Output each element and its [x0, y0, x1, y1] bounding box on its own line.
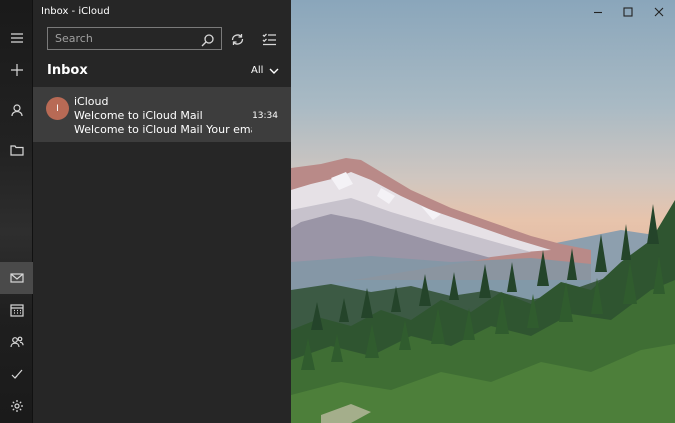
settings-button[interactable] — [0, 390, 33, 422]
message-time: 13:34 — [252, 111, 278, 121]
search-icon — [201, 34, 214, 47]
maximize-icon — [623, 7, 633, 17]
people-nav-button[interactable] — [0, 326, 33, 358]
todo-nav-button[interactable] — [0, 358, 33, 390]
navigation-rail — [0, 0, 33, 423]
maximize-button[interactable] — [613, 0, 643, 24]
sync-icon — [231, 33, 243, 45]
account-icon — [10, 104, 23, 117]
folder-title: Inbox — [47, 63, 88, 78]
window-title: Inbox - iCloud — [41, 6, 110, 17]
message-subject: Welcome to iCloud Mail — [74, 109, 203, 122]
search-input[interactable] — [48, 32, 193, 45]
message-sender: iCloud — [74, 95, 109, 108]
selection-mode-button[interactable] — [259, 29, 279, 49]
hamburger-icon — [10, 33, 23, 43]
chevron-down-icon — [269, 68, 279, 74]
folders-button[interactable] — [0, 134, 33, 166]
hamburger-menu-button[interactable] — [0, 22, 33, 54]
calendar-icon — [9, 304, 24, 317]
message-preview: Welcome to iCloud Mail Your email addr — [74, 123, 252, 136]
new-mail-button[interactable] — [0, 54, 33, 86]
mountain-landscape-image — [291, 158, 675, 423]
minimize-button[interactable] — [583, 0, 613, 24]
folder-icon — [9, 145, 24, 156]
search-icon-button[interactable] — [201, 32, 215, 47]
filter-label: All — [251, 65, 264, 76]
sync-button[interactable] — [227, 29, 247, 49]
people-icon — [9, 336, 24, 348]
mail-nav-button[interactable] — [0, 262, 33, 294]
close-button[interactable] — [644, 0, 674, 24]
reading-pane — [291, 0, 675, 423]
avatar: I — [46, 97, 69, 120]
settings-icon — [10, 400, 23, 412]
minimize-icon — [594, 11, 602, 14]
message-list-item[interactable]: I iCloud Welcome to iCloud Mail Welcome … — [33, 87, 291, 142]
mail-icon — [9, 273, 24, 283]
close-icon — [654, 7, 664, 17]
plus-icon — [10, 64, 23, 76]
checklist-icon — [262, 33, 276, 45]
calendar-nav-button[interactable] — [0, 294, 33, 326]
filter-dropdown[interactable]: All — [251, 65, 279, 76]
search-box[interactable] — [47, 27, 222, 50]
message-list-pane: Inbox - iCloud Inbox All I iCloud Welcom… — [33, 0, 291, 423]
todo-icon — [11, 369, 22, 379]
accounts-button[interactable] — [0, 94, 33, 126]
